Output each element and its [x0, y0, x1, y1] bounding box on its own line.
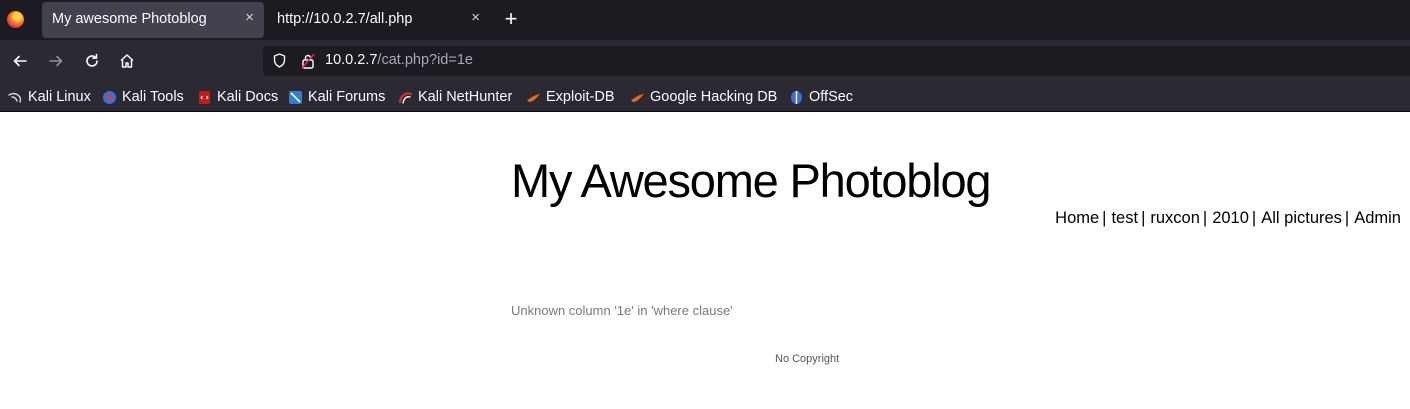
tab-title: http://10.0.2.7/all.php [277, 11, 413, 27]
bookmark-label: Exploit-DB [546, 89, 615, 105]
web-page: My Awesome Photoblog Home | test | ruxcon | 20… [0, 113, 1410, 409]
google-hacking-db-icon [631, 93, 644, 102]
bookmark-label: Kali Tools [122, 89, 184, 105]
home-icon [120, 54, 134, 68]
bookmark-kali-tools[interactable]: Kali Tools [102, 88, 184, 106]
close-tab-icon[interactable]: × [471, 9, 480, 26]
tab-all-php[interactable]: http://10.0.2.7/all.php × [268, 2, 490, 38]
nav-link-all-pictures[interactable]: All pictures [1261, 209, 1342, 227]
back-button[interactable] [9, 49, 31, 73]
forward-button[interactable] [45, 49, 67, 73]
nav-separator: | [1141, 209, 1146, 227]
nav-link-test[interactable]: test [1111, 209, 1138, 227]
nav-separator: | [1202, 209, 1208, 227]
footer-copyright: No Copyright [775, 353, 840, 365]
nav-separator: | [1344, 209, 1350, 227]
offsec-icon [791, 90, 802, 104]
nav-separator: | [1102, 209, 1107, 227]
home-button[interactable] [116, 49, 138, 73]
address-bar[interactable]: 10.0.2.7/cat.php?id=1e [263, 46, 1410, 76]
sql-error-message: Unknown column '1e' in 'where clause' [511, 303, 733, 318]
site-title: My Awesome Photoblog [511, 154, 992, 207]
nav-link-ruxcon[interactable]: ruxcon [1150, 209, 1200, 227]
bookmark-label: Kali Linux [28, 89, 91, 105]
new-tab-button[interactable]: + [500, 6, 522, 32]
bookmark-label: Kali Forums [308, 89, 386, 105]
kali-tools-icon [103, 90, 116, 104]
bookmark-offsec[interactable]: OffSec [789, 88, 853, 106]
nav-separator: | [1251, 209, 1257, 227]
navigation-toolbar: 10.0.2.7/cat.php?id=1e [0, 40, 1410, 82]
back-arrow-icon [13, 55, 27, 67]
close-tab-icon[interactable]: × [245, 9, 254, 26]
tab-bar: My awesome Photoblog × http://10.0.2.7/a… [0, 0, 1410, 40]
bookmark-google-hacking-db[interactable]: Google Hacking DB [630, 88, 777, 106]
insecure-lock-icon[interactable] [301, 53, 315, 69]
bookmark-label: OffSec [809, 89, 854, 105]
site-navigation: Home | test | ruxcon | 2010 | All pictures | Admin [1055, 209, 1401, 228]
url-text[interactable]: 10.0.2.7/cat.php?id=1e [325, 52, 473, 68]
url-path: /cat.php?id=1e [377, 52, 473, 68]
bookmark-label: Google Hacking DB [650, 89, 778, 105]
kali-nethunter-icon [398, 91, 413, 104]
tracking-protection-shield-icon[interactable] [273, 53, 286, 68]
bookmark-kali-nethunter[interactable]: Kali NetHunter [398, 88, 512, 106]
bookmark-label: Kali Docs [217, 89, 279, 105]
bookmark-kali-forums[interactable]: Kali Forums [288, 88, 385, 106]
exploit-db-icon [527, 93, 540, 102]
tab-title: My awesome Photoblog [52, 11, 207, 27]
forward-arrow-icon [49, 55, 63, 67]
firefox-icon[interactable] [7, 11, 24, 28]
bookmark-kali-linux[interactable]: Kali Linux [8, 88, 91, 106]
kali-docs-icon [199, 90, 210, 104]
bookmarks-toolbar: Kali Linux Kali Tools Kali Docs Kali For… [0, 82, 1410, 112]
tab-photoblog[interactable]: My awesome Photoblog × [42, 2, 264, 38]
bookmark-label: Kali NetHunter [418, 89, 513, 105]
kali-forums-icon [289, 90, 302, 104]
reload-icon [86, 53, 98, 67]
url-host: 10.0.2.7 [325, 52, 378, 68]
bookmark-exploit-db[interactable]: Exploit-DB [526, 88, 615, 106]
bookmark-kali-docs[interactable]: Kali Docs [197, 88, 278, 106]
reload-button[interactable] [81, 49, 103, 73]
kali-dragon-icon [8, 92, 22, 103]
nav-link-admin[interactable]: Admin [1354, 209, 1401, 227]
nav-link-2010[interactable]: 2010 [1212, 209, 1249, 227]
nav-link-home[interactable]: Home [1055, 209, 1099, 227]
